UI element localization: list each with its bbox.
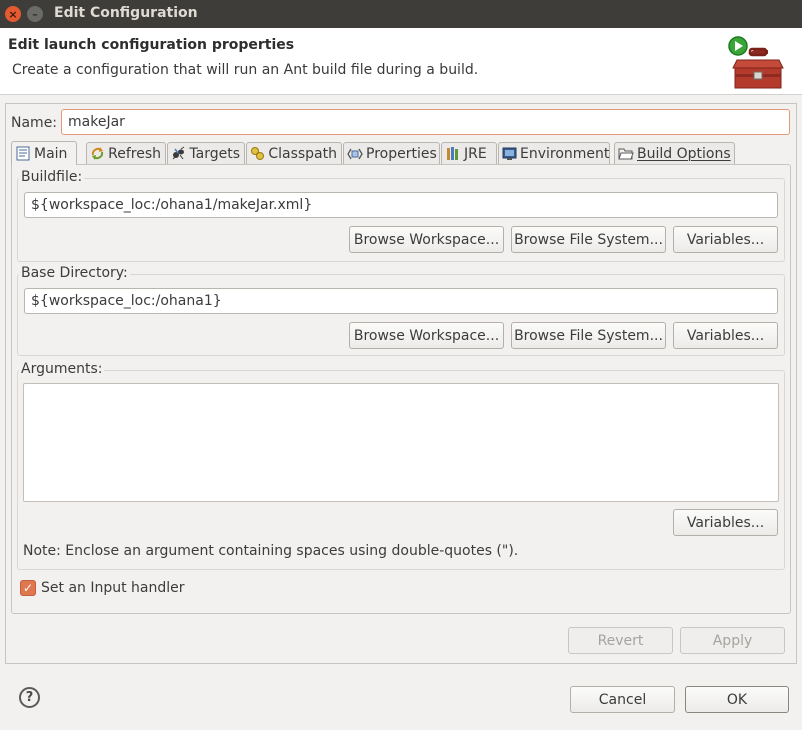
tab-label: Main	[34, 145, 68, 162]
base-directory-browse-filesystem-button[interactable]: Browse File System...	[511, 322, 666, 349]
folder-open-icon	[618, 146, 634, 162]
header-title: Edit launch configuration properties	[8, 37, 295, 53]
jre-library-icon	[445, 146, 461, 162]
tab-classpath[interactable]: Classpath	[246, 142, 342, 164]
cancel-button[interactable]: Cancel	[570, 686, 675, 713]
arguments-textarea[interactable]	[23, 383, 779, 502]
buildfile-browse-filesystem-button[interactable]: Browse File System...	[511, 226, 666, 253]
tab-build-options[interactable]: Build Options	[614, 142, 735, 164]
tab-label: Properties	[366, 145, 437, 162]
base-directory-input[interactable]	[24, 288, 778, 314]
minimize-window-button[interactable]: –	[27, 6, 43, 22]
buildfile-input[interactable]	[24, 192, 778, 218]
refresh-icon	[90, 146, 105, 162]
tab-label: Classpath	[268, 145, 337, 162]
buildfile-browse-workspace-button[interactable]: Browse Workspace...	[349, 226, 504, 253]
tab-label: Environment	[520, 145, 610, 162]
properties-icon	[347, 146, 363, 162]
buildfile-label: Buildfile:	[19, 169, 85, 185]
tab-refresh[interactable]: Refresh	[86, 142, 166, 164]
base-directory-browse-workspace-button[interactable]: Browse Workspace...	[349, 322, 504, 349]
title-bar: × – Edit Configuration	[0, 0, 802, 28]
name-input[interactable]	[61, 109, 790, 135]
main-tab-icon	[15, 146, 31, 162]
tab-targets[interactable]: Targets	[167, 142, 245, 164]
tab-label: JRE	[464, 145, 487, 162]
apply-button[interactable]: Apply	[680, 627, 785, 654]
tab-label: Refresh	[108, 145, 161, 162]
close-window-button[interactable]: ×	[5, 6, 21, 22]
input-handler-label[interactable]: Set an Input handler	[41, 580, 185, 596]
tab-label: Targets	[189, 145, 240, 162]
tab-label: Build Options	[637, 145, 731, 162]
classpath-icon	[250, 146, 265, 162]
help-icon[interactable]: ?	[19, 687, 40, 708]
arguments-variables-button[interactable]: Variables...	[673, 509, 778, 536]
header-description: Create a configuration that will run an …	[12, 62, 479, 78]
buildfile-variables-button[interactable]: Variables...	[673, 226, 778, 253]
tab-main[interactable]: Main	[11, 141, 77, 165]
revert-button[interactable]: Revert	[568, 627, 673, 654]
ant-toolbox-run-icon	[728, 36, 784, 89]
arguments-note: Note: Enclose an argument containing spa…	[23, 543, 519, 559]
tab-environment[interactable]: Environment	[498, 142, 610, 164]
ant-targets-icon	[171, 146, 186, 162]
arguments-label: Arguments:	[19, 361, 105, 377]
environment-icon	[502, 146, 517, 162]
ok-button[interactable]: OK	[685, 686, 789, 713]
dialog-header: Edit launch configuration properties Cre…	[0, 28, 802, 95]
input-handler-checkbox[interactable]: ✓	[20, 580, 36, 596]
window-title: Edit Configuration	[54, 5, 198, 21]
base-directory-variables-button[interactable]: Variables...	[673, 322, 778, 349]
tab-properties[interactable]: Properties	[343, 142, 440, 164]
check-icon: ✓	[22, 581, 34, 595]
name-label: Name:	[11, 115, 58, 131]
base-directory-label: Base Directory:	[19, 265, 130, 281]
tab-jre[interactable]: JRE	[441, 142, 497, 164]
